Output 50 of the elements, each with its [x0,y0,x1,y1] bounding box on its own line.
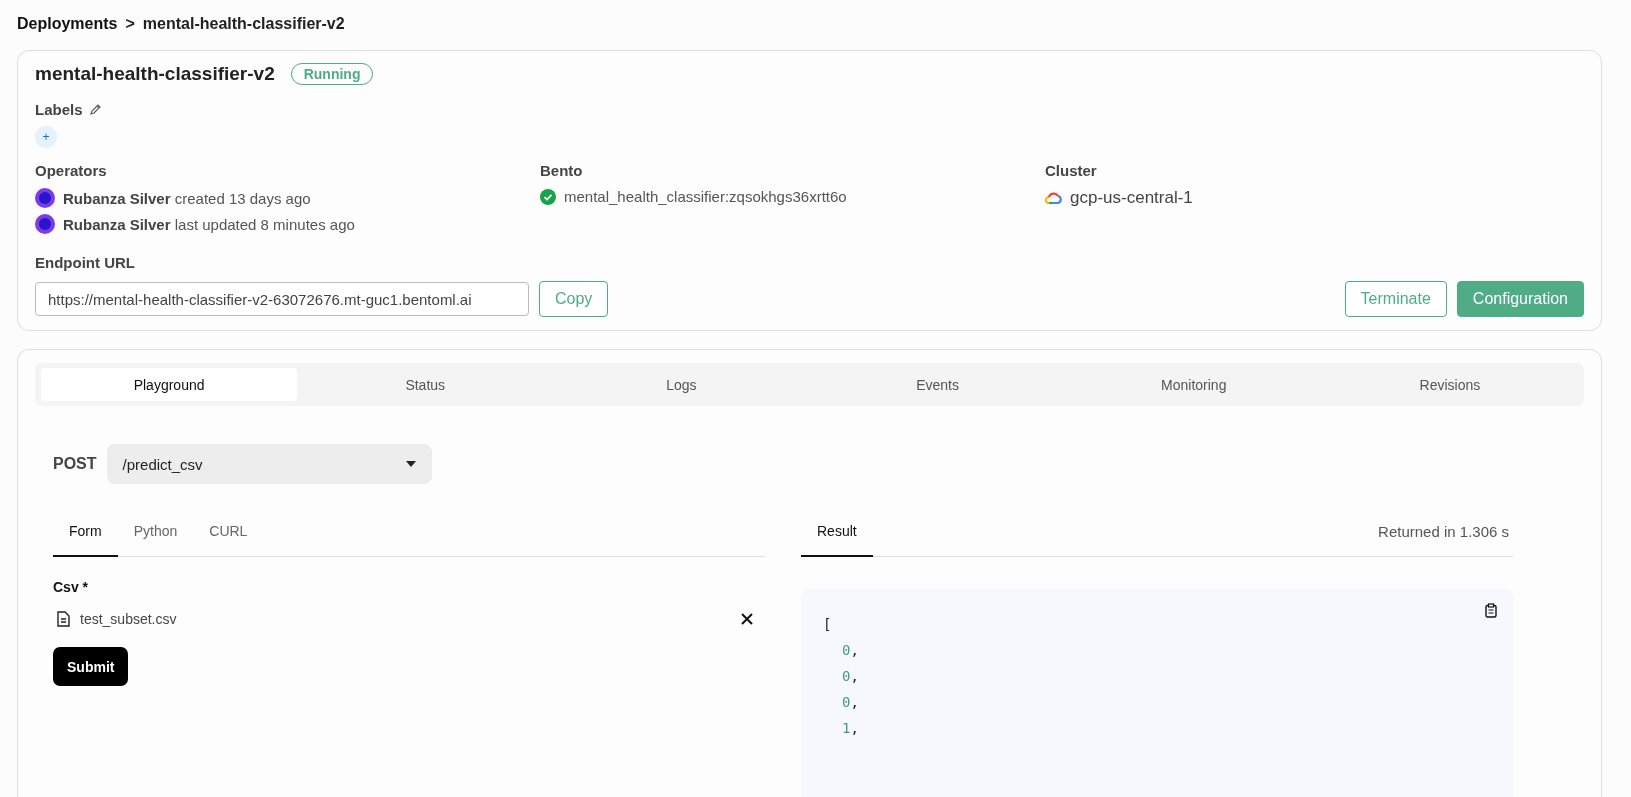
field-label: Csv * [53,579,90,595]
tab[interactable]: Form [53,506,118,557]
endpoint-select[interactable]: /predict_csv [106,444,432,484]
endpoint-heading: Endpoint URL [35,254,136,271]
operator-activity: Rubanza Silver last updated 8 minutes ago [63,215,355,233]
check-circle-icon [540,188,556,205]
tab[interactable]: CURL [193,506,264,557]
tab[interactable]: Status [297,368,554,401]
code-bracket: [ [823,616,832,632]
tab[interactable]: Revisions [1321,368,1578,401]
deployment-title: mental-health-classifier-v2 [35,63,275,85]
breadcrumb-link[interactable]: Deployments [17,15,118,33]
tab[interactable]: Logs [553,368,810,401]
endpoint-path: /predict_csv [122,455,203,473]
labels-heading: Labels [35,101,83,118]
code-punctuation: , [850,642,859,658]
code-punctuation: , [850,668,859,684]
code-number: 1 [842,720,851,736]
cloud-icon [1045,191,1062,205]
tab[interactable]: Result [801,506,873,557]
file-name: test_subset.csv [80,611,177,627]
caret-icon [405,461,416,467]
code-number: 0 [842,642,851,658]
tab[interactable]: Python [117,506,194,557]
clipboard-icon[interactable] [1485,603,1497,618]
cluster-heading: Cluster [1045,162,1098,179]
endpoint-url-field[interactable]: https://mental-health-classifier-v2-63072676.mt-guc1.bentoml.ai [35,282,529,316]
avatar-icon [35,188,55,208]
submit-button[interactable]: Submit [53,647,129,686]
code-punctuation: , [850,720,859,736]
cluster-name: gcp-us-central-1 [1070,188,1193,208]
code-number: 0 [842,694,851,710]
pencil-icon[interactable] [88,103,102,116]
bento-heading: Bento [540,162,584,179]
breadcrumb-separator: > [125,15,135,33]
add-label-button[interactable]: + [35,126,57,148]
close-icon[interactable] [741,613,753,625]
http-method: POST [53,455,97,473]
tab[interactable]: Playground [41,368,298,401]
breadcrumb-current: mental-health-classifier-v2 [142,15,345,33]
code-punctuation: , [850,694,859,710]
response-time: Returned in 1.306 s [1378,522,1509,540]
file-icon [57,611,70,627]
tab[interactable]: Events [809,368,1066,401]
bento-tag: mental_health_classifier:zqsokhgs36xrtt6o [564,188,847,205]
operators-heading: Operators [35,162,108,179]
code-number: 0 [842,668,851,684]
operator-activity: Rubanza Silver created 13 days ago [63,189,311,207]
tab[interactable]: Monitoring [1065,368,1322,401]
avatar-icon [35,214,55,234]
